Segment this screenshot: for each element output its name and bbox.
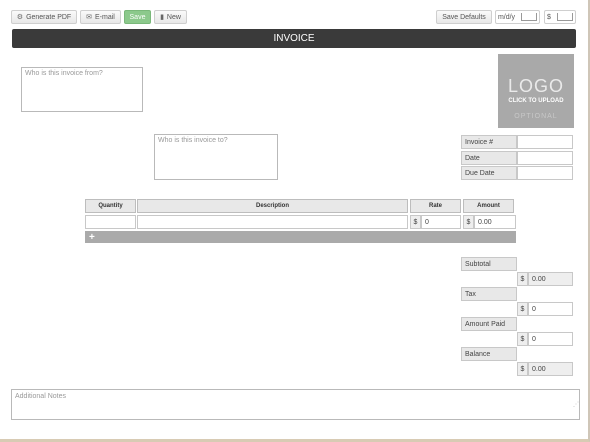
dropdown-box: [521, 13, 538, 21]
currency-value: $: [547, 13, 551, 21]
save-defaults-button[interactable]: Save Defaults: [436, 10, 492, 24]
amount-paid-input[interactable]: 0: [528, 332, 573, 346]
invoice-number-label: Invoice #: [461, 135, 517, 149]
description-input[interactable]: [137, 215, 408, 229]
due-date-input[interactable]: [517, 166, 573, 180]
amount-paid-currency: $: [517, 332, 528, 346]
save-label: Save: [129, 13, 146, 21]
subtotal-currency: $: [517, 272, 528, 286]
currency-select[interactable]: $: [544, 10, 576, 24]
logo-optional-label: OPTIONAL: [514, 113, 558, 120]
generate-pdf-label: Generate PDF: [26, 13, 72, 21]
to-textarea[interactable]: Who is this invoice to?: [154, 134, 278, 180]
notes-placeholder: Additional Notes: [15, 393, 66, 400]
amount-header: Amount: [463, 199, 514, 213]
to-placeholder: Who is this invoice to?: [158, 137, 228, 144]
additional-notes-textarea[interactable]: Additional Notes: [11, 389, 580, 420]
email-label: E-mail: [95, 13, 115, 21]
amount-paid-label: Amount Paid: [461, 317, 517, 331]
balance-currency: $: [517, 362, 528, 376]
gear-icon: ⚙: [16, 13, 24, 21]
from-textarea[interactable]: Who is this invoice from?: [21, 67, 143, 112]
tax-label: Tax: [461, 287, 517, 301]
date-format-value: m/d/y: [497, 13, 516, 21]
invoice-title: INVOICE: [273, 33, 315, 44]
document-icon: ▮: [160, 13, 164, 21]
save-button[interactable]: Save: [124, 10, 151, 24]
date-input[interactable]: [517, 151, 573, 165]
balance-label: Balance: [461, 347, 517, 361]
tax-currency: $: [517, 302, 528, 316]
date-label: Date: [461, 151, 517, 165]
add-row-button[interactable]: +: [85, 231, 516, 243]
rate-header: Rate: [410, 199, 461, 213]
logo-upload-hint: CLICK TO UPLOAD: [508, 98, 564, 104]
save-defaults-label: Save Defaults: [442, 13, 486, 21]
subtotal-label: Subtotal: [461, 257, 517, 271]
amount-value: 0.00: [474, 215, 516, 229]
balance-value: 0.00: [528, 362, 573, 376]
date-format-select[interactable]: m/d/y: [495, 10, 540, 24]
new-button[interactable]: ▮ New: [154, 10, 187, 24]
invoice-title-bar: INVOICE: [12, 29, 576, 48]
plus-icon: +: [89, 231, 95, 243]
email-button[interactable]: ✉ E-mail: [80, 10, 121, 24]
envelope-icon: ✉: [86, 13, 93, 21]
rate-input[interactable]: 0: [421, 215, 461, 229]
rate-currency: $: [410, 215, 421, 229]
quantity-header: Quantity: [85, 199, 136, 213]
amount-currency: $: [463, 215, 474, 229]
tax-input[interactable]: 0: [528, 302, 573, 316]
invoice-number-input[interactable]: [517, 135, 573, 149]
from-placeholder: Who is this invoice from?: [25, 70, 103, 77]
logo-upload[interactable]: LOGO CLICK TO UPLOAD OPTIONAL: [498, 54, 574, 128]
new-label: New: [166, 13, 181, 21]
description-header: Description: [137, 199, 408, 213]
subtotal-value: 0.00: [528, 272, 573, 286]
logo-text: LOGO: [507, 76, 564, 96]
quantity-input[interactable]: [85, 215, 136, 229]
generate-pdf-button[interactable]: ⚙ Generate PDF: [11, 10, 77, 24]
dropdown-box: [556, 13, 573, 21]
due-date-label: Due Date: [461, 166, 517, 180]
resize-grip-icon[interactable]: ⋰: [573, 401, 579, 408]
